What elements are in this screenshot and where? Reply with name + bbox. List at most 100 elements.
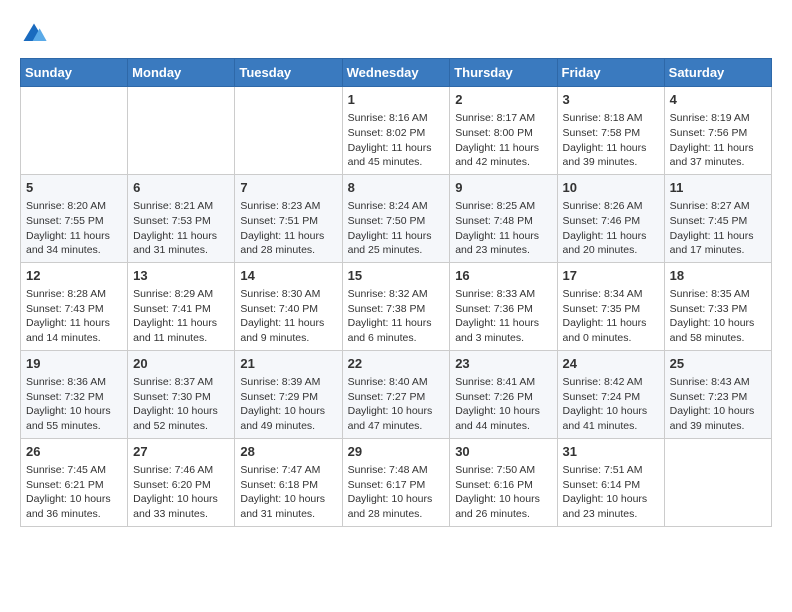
day-number: 6 — [133, 179, 229, 197]
calendar-day-cell: 7 Sunrise: 8:23 AM Sunset: 7:51 PM Daylig… — [235, 174, 342, 262]
day-number: 9 — [455, 179, 551, 197]
calendar-day-cell: 13 Sunrise: 8:29 AM Sunset: 7:41 PM Dayli… — [128, 262, 235, 350]
day-info: Sunrise: 8:32 AM Sunset: 7:38 PM Dayligh… — [348, 287, 445, 346]
day-info: Sunrise: 8:37 AM Sunset: 7:30 PM Dayligh… — [133, 375, 229, 434]
page-header — [20, 20, 772, 48]
day-number: 8 — [348, 179, 445, 197]
day-info: Sunrise: 8:27 AM Sunset: 7:45 PM Dayligh… — [670, 199, 766, 258]
day-info: Sunrise: 8:35 AM Sunset: 7:33 PM Dayligh… — [670, 287, 766, 346]
calendar-day-cell — [128, 87, 235, 175]
day-info: Sunrise: 7:47 AM Sunset: 6:18 PM Dayligh… — [240, 463, 336, 522]
day-number: 26 — [26, 443, 122, 461]
day-number: 24 — [563, 355, 659, 373]
day-info: Sunrise: 8:25 AM Sunset: 7:48 PM Dayligh… — [455, 199, 551, 258]
calendar-day-cell: 26 Sunrise: 7:45 AM Sunset: 6:21 PM Dayli… — [21, 438, 128, 526]
day-info: Sunrise: 8:34 AM Sunset: 7:35 PM Dayligh… — [563, 287, 659, 346]
calendar-day-cell: 11 Sunrise: 8:27 AM Sunset: 7:45 PM Dayli… — [664, 174, 771, 262]
day-number: 16 — [455, 267, 551, 285]
calendar-week-row: 26 Sunrise: 7:45 AM Sunset: 6:21 PM Dayli… — [21, 438, 772, 526]
day-info: Sunrise: 7:51 AM Sunset: 6:14 PM Dayligh… — [563, 463, 659, 522]
calendar-day-cell: 14 Sunrise: 8:30 AM Sunset: 7:40 PM Dayli… — [235, 262, 342, 350]
day-info: Sunrise: 8:29 AM Sunset: 7:41 PM Dayligh… — [133, 287, 229, 346]
day-number: 30 — [455, 443, 551, 461]
day-number: 15 — [348, 267, 445, 285]
day-number: 1 — [348, 91, 445, 109]
day-info: Sunrise: 7:46 AM Sunset: 6:20 PM Dayligh… — [133, 463, 229, 522]
calendar-day-cell: 2Sunrise: 8:17 AM Sunset: 8:00 PM Daylig… — [450, 87, 557, 175]
day-info: Sunrise: 8:36 AM Sunset: 7:32 PM Dayligh… — [26, 375, 122, 434]
calendar-week-row: 12 Sunrise: 8:28 AM Sunset: 7:43 PM Dayli… — [21, 262, 772, 350]
calendar-day-cell: 18 Sunrise: 8:35 AM Sunset: 7:33 PM Dayli… — [664, 262, 771, 350]
calendar-day-cell: 10Sunrise: 8:26 AM Sunset: 7:46 PM Dayli… — [557, 174, 664, 262]
calendar-day-cell: 22 Sunrise: 8:40 AM Sunset: 7:27 PM Dayli… — [342, 350, 450, 438]
day-number: 12 — [26, 267, 122, 285]
calendar-table: SundayMondayTuesdayWednesdayThursdayFrid… — [20, 58, 772, 527]
day-number: 23 — [455, 355, 551, 373]
calendar-day-cell: 25 Sunrise: 8:43 AM Sunset: 7:23 PM Dayli… — [664, 350, 771, 438]
day-number: 5 — [26, 179, 122, 197]
day-number: 17 — [563, 267, 659, 285]
weekday-header-row: SundayMondayTuesdayWednesdayThursdayFrid… — [21, 59, 772, 87]
day-info: Sunrise: 8:16 AM Sunset: 8:02 PM Dayligh… — [348, 111, 445, 170]
day-number: 19 — [26, 355, 122, 373]
calendar-week-row: 1 Sunrise: 8:16 AM Sunset: 8:02 PM Daylig… — [21, 87, 772, 175]
day-info: Sunrise: 8:42 AM Sunset: 7:24 PM Dayligh… — [563, 375, 659, 434]
calendar-day-cell: 20 Sunrise: 8:37 AM Sunset: 7:30 PM Dayli… — [128, 350, 235, 438]
day-number: 25 — [670, 355, 766, 373]
calendar-day-cell: 6 Sunrise: 8:21 AM Sunset: 7:53 PM Daylig… — [128, 174, 235, 262]
day-info: Sunrise: 8:28 AM Sunset: 7:43 PM Dayligh… — [26, 287, 122, 346]
logo — [20, 20, 52, 48]
day-info: Sunrise: 8:41 AM Sunset: 7:26 PM Dayligh… — [455, 375, 551, 434]
calendar-day-cell: 19 Sunrise: 8:36 AM Sunset: 7:32 PM Dayli… — [21, 350, 128, 438]
day-number: 20 — [133, 355, 229, 373]
day-info: Sunrise: 8:20 AM Sunset: 7:55 PM Dayligh… — [26, 199, 122, 258]
calendar-day-cell: 28 Sunrise: 7:47 AM Sunset: 6:18 PM Dayli… — [235, 438, 342, 526]
calendar-day-cell: 1 Sunrise: 8:16 AM Sunset: 8:02 PM Daylig… — [342, 87, 450, 175]
day-number: 7 — [240, 179, 336, 197]
calendar-day-cell — [664, 438, 771, 526]
day-info: Sunrise: 7:48 AM Sunset: 6:17 PM Dayligh… — [348, 463, 445, 522]
calendar-day-cell: 16 Sunrise: 8:33 AM Sunset: 7:36 PM Dayli… — [450, 262, 557, 350]
day-number: 14 — [240, 267, 336, 285]
calendar-day-cell: 4Sunrise: 8:19 AM Sunset: 7:56 PM Daylig… — [664, 87, 771, 175]
day-info: Sunrise: 8:21 AM Sunset: 7:53 PM Dayligh… — [133, 199, 229, 258]
weekday-header: Sunday — [21, 59, 128, 87]
day-info: Sunrise: 8:24 AM Sunset: 7:50 PM Dayligh… — [348, 199, 445, 258]
day-info: Sunrise: 8:40 AM Sunset: 7:27 PM Dayligh… — [348, 375, 445, 434]
day-info: Sunrise: 8:43 AM Sunset: 7:23 PM Dayligh… — [670, 375, 766, 434]
calendar-week-row: 5 Sunrise: 8:20 AM Sunset: 7:55 PM Daylig… — [21, 174, 772, 262]
day-number: 18 — [670, 267, 766, 285]
calendar-day-cell: 31 Sunrise: 7:51 AM Sunset: 6:14 PM Dayli… — [557, 438, 664, 526]
day-number: 29 — [348, 443, 445, 461]
weekday-header: Thursday — [450, 59, 557, 87]
calendar-day-cell: 5 Sunrise: 8:20 AM Sunset: 7:55 PM Daylig… — [21, 174, 128, 262]
day-info: Sunrise: 8:18 AM Sunset: 7:58 PM Dayligh… — [563, 111, 659, 170]
calendar-day-cell: 24 Sunrise: 8:42 AM Sunset: 7:24 PM Dayli… — [557, 350, 664, 438]
day-number: 31 — [563, 443, 659, 461]
calendar-day-cell: 21 Sunrise: 8:39 AM Sunset: 7:29 PM Dayli… — [235, 350, 342, 438]
day-info: Sunrise: 7:50 AM Sunset: 6:16 PM Dayligh… — [455, 463, 551, 522]
day-number: 22 — [348, 355, 445, 373]
day-info: Sunrise: 8:39 AM Sunset: 7:29 PM Dayligh… — [240, 375, 336, 434]
calendar-day-cell: 3 Sunrise: 8:18 AM Sunset: 7:58 PM Daylig… — [557, 87, 664, 175]
day-info: Sunrise: 8:19 AM Sunset: 7:56 PM Dayligh… — [670, 111, 766, 170]
day-info: Sunrise: 8:23 AM Sunset: 7:51 PM Dayligh… — [240, 199, 336, 258]
day-number: 3 — [563, 91, 659, 109]
calendar-day-cell: 27Sunrise: 7:46 AM Sunset: 6:20 PM Dayli… — [128, 438, 235, 526]
calendar-day-cell — [235, 87, 342, 175]
day-info: Sunrise: 8:30 AM Sunset: 7:40 PM Dayligh… — [240, 287, 336, 346]
day-info: Sunrise: 8:33 AM Sunset: 7:36 PM Dayligh… — [455, 287, 551, 346]
day-number: 11 — [670, 179, 766, 197]
weekday-header: Friday — [557, 59, 664, 87]
calendar-day-cell: 8 Sunrise: 8:24 AM Sunset: 7:50 PM Daylig… — [342, 174, 450, 262]
day-number: 28 — [240, 443, 336, 461]
calendar-day-cell: 29 Sunrise: 7:48 AM Sunset: 6:17 PM Dayli… — [342, 438, 450, 526]
day-number: 21 — [240, 355, 336, 373]
day-info: Sunrise: 7:45 AM Sunset: 6:21 PM Dayligh… — [26, 463, 122, 522]
day-number: 2 — [455, 91, 551, 109]
calendar-day-cell: 17 Sunrise: 8:34 AM Sunset: 7:35 PM Dayli… — [557, 262, 664, 350]
day-number: 13 — [133, 267, 229, 285]
calendar-day-cell: 12 Sunrise: 8:28 AM Sunset: 7:43 PM Dayli… — [21, 262, 128, 350]
weekday-header: Monday — [128, 59, 235, 87]
day-info: Sunrise: 8:26 AM Sunset: 7:46 PM Dayligh… — [563, 199, 659, 258]
